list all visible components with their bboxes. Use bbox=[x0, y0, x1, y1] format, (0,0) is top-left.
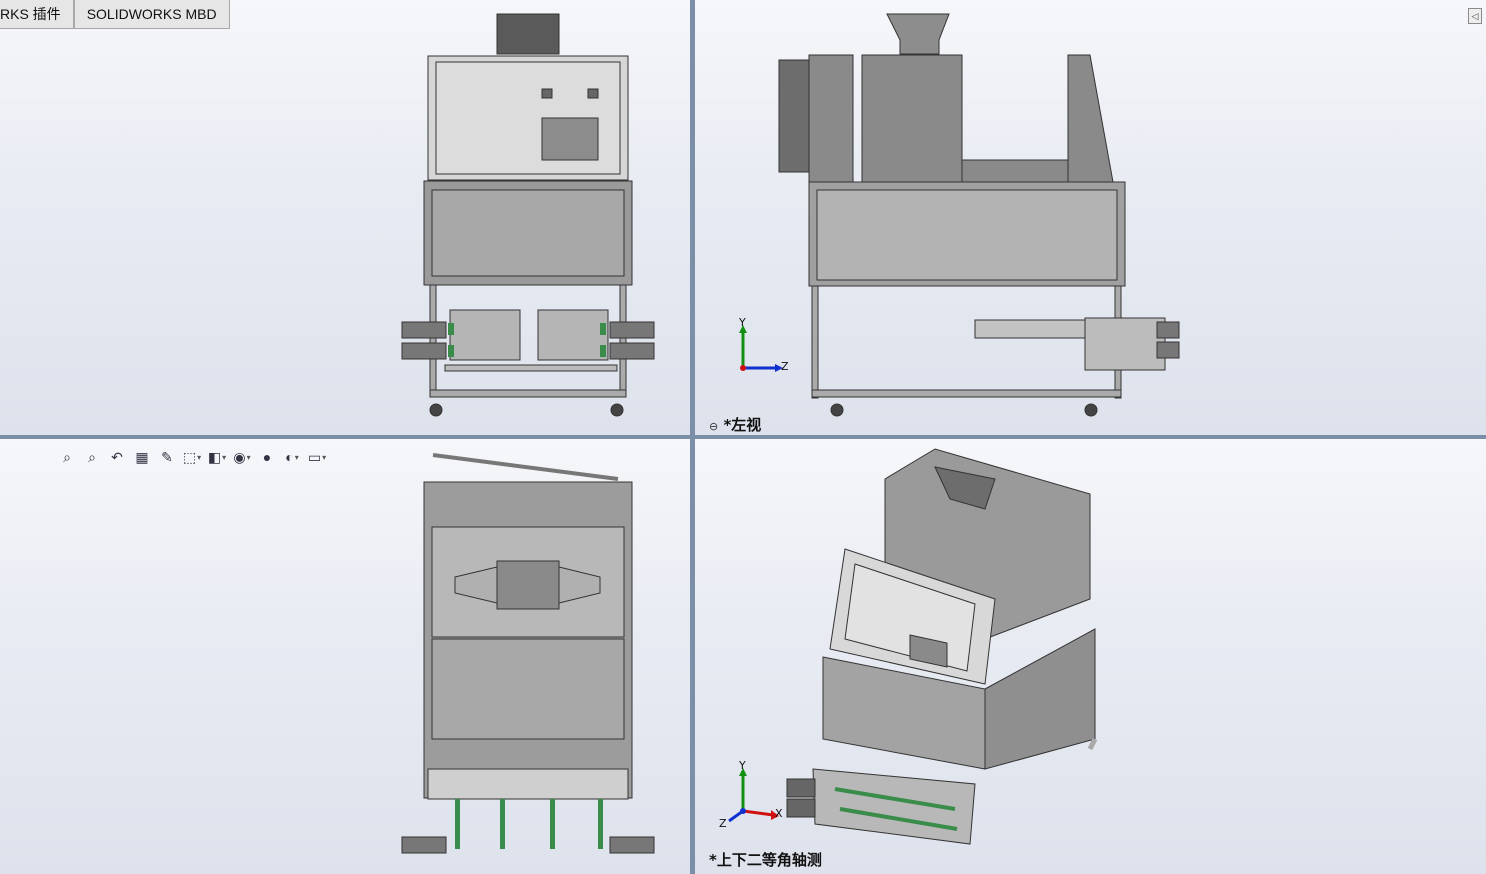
view-name-label: ⊖ *左视 bbox=[709, 416, 762, 434]
viewport-front[interactable] bbox=[0, 0, 690, 435]
triad-z-label: Z bbox=[781, 360, 789, 373]
tab-solidworks-mbd[interactable]: SOLIDWORKS MBD bbox=[73, 0, 230, 29]
front-view-model bbox=[401, 13, 655, 417]
triad-y-label: Y bbox=[739, 759, 746, 772]
viewport-top-view[interactable]: ⌕ ⌕ ↶ ▦ ✎ ⬚ ▾ ◧ ▾ ◉ ▾ ● ◐ ▾ ▭ ▾ bbox=[0, 439, 690, 874]
triad-z-label: Z bbox=[719, 817, 727, 830]
viewport-trimetric-view[interactable]: Y X Z *上下二等角轴测 bbox=[695, 439, 1486, 874]
viewport-left-view[interactable]: Y Z ⊖ *左视 ◁ bbox=[695, 0, 1486, 435]
tab-solidworks-addins[interactable]: RKS 插件 bbox=[0, 0, 74, 29]
view-name-label: *上下二等角轴测 bbox=[709, 851, 822, 869]
horizontal-splitter[interactable] bbox=[0, 435, 1486, 439]
collapse-icon[interactable]: ◁ bbox=[1468, 8, 1482, 24]
triad-y-label: Y bbox=[739, 316, 746, 329]
triad-x-label: X bbox=[775, 807, 783, 820]
trimetric-view-model bbox=[728, 448, 1098, 845]
top-view-model bbox=[401, 453, 655, 854]
link-icon: ⊖ bbox=[709, 420, 719, 433]
left-view-model bbox=[739, 13, 1180, 417]
vertical-splitter[interactable] bbox=[690, 0, 695, 874]
command-tabs: RKS 插件 SOLIDWORKS MBD bbox=[0, 0, 230, 30]
